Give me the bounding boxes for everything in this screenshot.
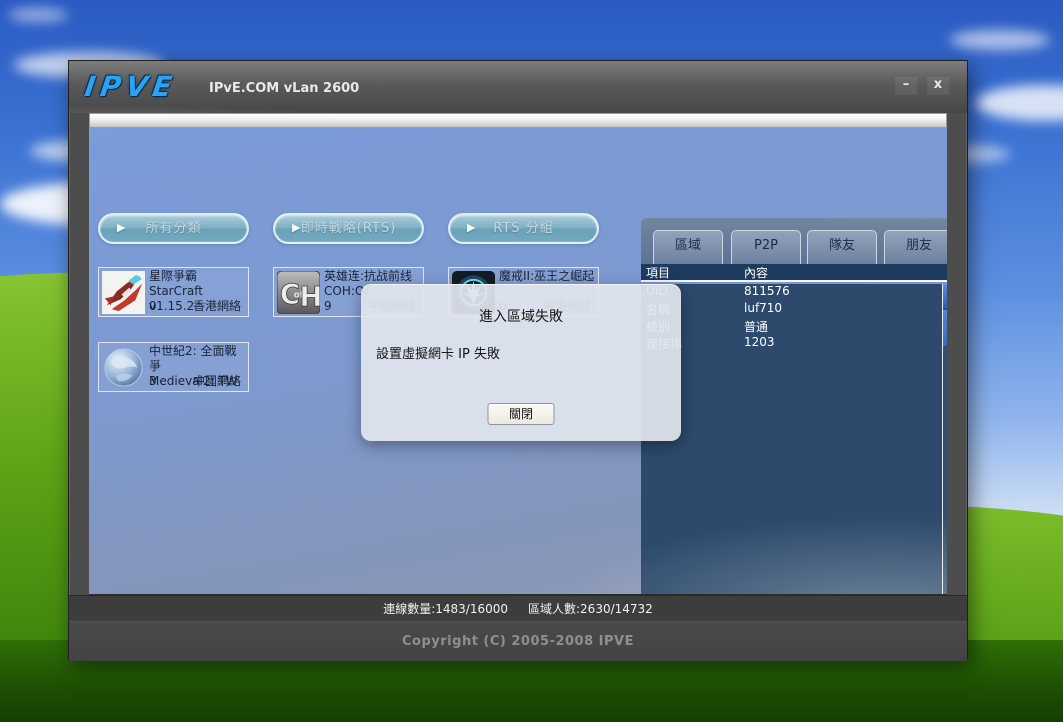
table-row[interactable]: 名稱 luf710: [641, 301, 942, 318]
category-button-rts[interactable]: ▶ 即時戰略(RTS): [273, 213, 424, 244]
dialog-close-button[interactable]: 關閉: [487, 403, 555, 425]
close-button[interactable]: x: [927, 77, 949, 95]
tab-zone[interactable]: 區域: [653, 230, 723, 264]
right-panel: 區域 P2P 隊友 朋友 項目 內容 UID 811576 名稱 luf710 …: [641, 218, 947, 594]
window-title: IPvE.COM vLan 2600: [209, 81, 360, 96]
table-row[interactable]: UID 811576: [641, 284, 942, 301]
status-bar: 連線數量:1483/16000 區域人數:2630/14732: [69, 595, 967, 621]
game-title: 中世紀2: 全面戰爭: [149, 344, 237, 373]
game-player-count: 3: [149, 374, 157, 388]
panel-table-header: 項目 內容: [641, 264, 947, 282]
copyright-text: Copyright (C) 2005-2008 IPVE: [402, 634, 634, 649]
error-dialog: 進入區域失敗 設置虛擬網卡 IP 失敗 關閉: [361, 284, 681, 441]
column-header-content: 內容: [744, 266, 769, 280]
play-arrow-icon: ▶: [467, 221, 476, 234]
table-row[interactable]: 級別 普通: [641, 318, 942, 335]
svg-text:H: H: [299, 282, 320, 313]
game-network: 中國網絡: [192, 374, 241, 388]
minimize-button[interactable]: –: [895, 77, 917, 95]
game-title: 魔戒II:巫王之崛起: [499, 269, 595, 283]
play-arrow-icon: ▶: [117, 221, 126, 234]
panel-table: UID 811576 名稱 luf710 級別 普通 連接埠 1203: [641, 284, 942, 594]
category-button-rts-group[interactable]: ▶ RTS 分組: [448, 213, 599, 244]
app-logo: IPVE: [82, 70, 180, 103]
cloud: [8, 8, 68, 22]
copyright-bar: Copyright (C) 2005-2008 IPVE: [69, 621, 967, 661]
game-title: 英雄连:抗战前线: [324, 269, 413, 283]
cloud: [975, 85, 1063, 121]
game-item-starcraft[interactable]: 星際爭霸 StarCraft v1.15.2 0 香港網絡: [98, 267, 249, 317]
tab-teammates[interactable]: 隊友: [807, 230, 877, 264]
coh-icon: C of H: [277, 271, 320, 314]
game-title: 星際爭霸: [149, 269, 198, 283]
game-item-medieval2[interactable]: 中世紀2: 全面戰爭 Medieval2: TW 3 中國網絡: [98, 342, 249, 392]
game-player-count: 0: [149, 299, 157, 313]
tab-p2p[interactable]: P2P: [731, 230, 801, 264]
scrollbar-thumb[interactable]: ≡: [943, 310, 947, 346]
dialog-title: 進入區域失敗: [479, 309, 563, 325]
starcraft-ship-icon: [102, 271, 145, 314]
app-window: IPVE IPvE.COM vLan 2600 – x ▶ 所有分類 ▶ 即時戰…: [68, 60, 968, 661]
titlebar[interactable]: IPVE IPvE.COM vLan 2600: [69, 61, 967, 113]
tab-friends[interactable]: 朋友: [884, 230, 947, 264]
play-arrow-icon: ▶: [292, 221, 301, 234]
globe-icon: [102, 346, 145, 389]
game-player-count: 9: [324, 299, 332, 313]
dialog-message: 設置虛擬網卡 IP 失敗: [376, 347, 500, 362]
category-button-all[interactable]: ▶ 所有分類: [98, 213, 249, 244]
column-header-item: 項目: [646, 266, 671, 280]
scrollbar[interactable]: ∧ ≡ ∨: [942, 284, 947, 594]
cloud: [950, 30, 1050, 50]
game-network: 香港網絡: [192, 299, 241, 313]
toolbar-strip: [89, 113, 947, 128]
scroll-up-icon[interactable]: ∧: [943, 284, 947, 308]
connection-count: 連線數量:1483/16000: [383, 602, 508, 616]
table-row[interactable]: 連接埠 1203: [641, 335, 942, 352]
zone-population: 區域人數:2630/14732: [528, 602, 653, 616]
